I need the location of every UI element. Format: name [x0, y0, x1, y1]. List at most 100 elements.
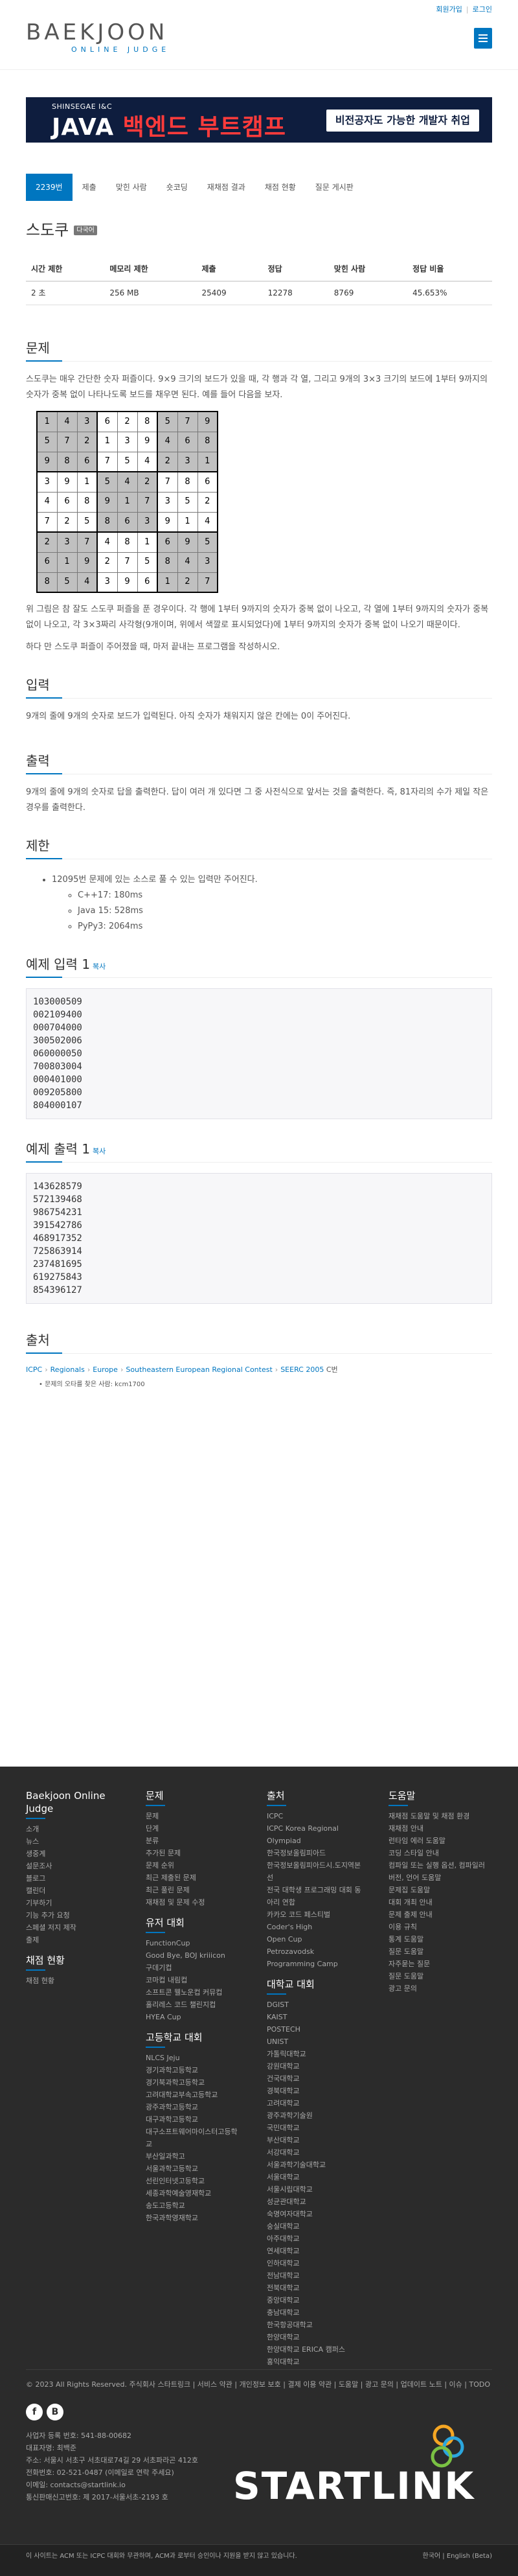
footer-link[interactable]: 분류 — [146, 1835, 243, 1847]
footer-link[interactable]: 질문 도움말 — [388, 1970, 492, 1982]
footer-link[interactable]: 서울과학기술대학교 — [267, 2159, 364, 2171]
footer-link[interactable]: 기능 추가 요청 — [26, 1909, 123, 1921]
footer-links[interactable]: © 2023 All Rights Reserved. 주식회사 스타트링크 |… — [26, 2379, 492, 2391]
language-switch[interactable]: 한국어 | English (Beta) — [423, 2551, 492, 2562]
footer-link[interactable]: 재채점 및 문제 수정 — [146, 1896, 243, 1909]
footer-link[interactable]: 한국정보올림피아드 — [267, 1847, 364, 1859]
footer-link[interactable]: 서울과학고등학교 — [146, 2163, 243, 2175]
footer-link[interactable]: 추가된 문제 — [146, 1847, 243, 1859]
footer-link[interactable]: 대회 개최 안내 — [388, 1896, 492, 1909]
footer-link[interactable]: 가톨릭대학교 — [267, 2048, 364, 2060]
footer-link[interactable]: 단계 — [146, 1822, 243, 1835]
footer-link[interactable]: Coder's High — [267, 1921, 364, 1933]
sample-output[interactable]: 143628579 572139468 986754231 391542786 … — [26, 1173, 492, 1305]
tab-short-coding[interactable]: 숏코딩 — [157, 174, 197, 201]
footer-link[interactable]: 코딩 스타일 안내 — [388, 1847, 492, 1859]
sample-input[interactable]: 103000509 002109400 000704000 300502006 … — [26, 988, 492, 1120]
footer-link[interactable]: 부산대학교 — [267, 2134, 364, 2146]
footer-link[interactable]: 자주묻는 질문 — [388, 1958, 492, 1970]
footer-link[interactable]: POSTECH — [267, 2023, 364, 2036]
footer-link[interactable]: 강원대학교 — [267, 2060, 364, 2072]
footer-link[interactable]: Petrozavodsk — [267, 1945, 364, 1958]
site-logo[interactable]: BAEKJOON ONLINE JUDGE — [26, 19, 194, 58]
source-link[interactable]: ICPC — [26, 1365, 42, 1374]
footer-link[interactable]: 중앙대학교 — [267, 2294, 364, 2306]
tab-rejudge[interactable]: 재채점 결과 — [197, 174, 255, 201]
footer-link[interactable]: 경기과학고등학교 — [146, 2064, 243, 2076]
footer-link[interactable]: 경북대학교 — [267, 2085, 364, 2097]
footer-link[interactable]: 홍익대학교 — [267, 2356, 364, 2368]
footer-link[interactable]: 선린인터넷고등학교 — [146, 2175, 243, 2187]
footer-link[interactable]: 이용 규칙 — [388, 1921, 492, 1933]
footer-link[interactable]: 한국항공대학교 — [267, 2319, 364, 2331]
language-badge[interactable]: 다국어 — [74, 225, 97, 235]
footer-link[interactable]: Good Bye, BOJ kriiicon — [146, 1949, 243, 1962]
footer-link[interactable]: 대구소프트웨어마이스터고등학교 — [146, 2126, 243, 2150]
footer-link[interactable]: 채점 현황 — [26, 1975, 123, 1987]
footer-link[interactable]: 전국 대학생 프로그래밍 대회 동아리 연합 — [267, 1884, 364, 1909]
footer-link[interactable]: DGIST — [267, 1999, 364, 2011]
footer-link[interactable]: 출제 — [26, 1934, 123, 1946]
footer-link[interactable]: 아주대학교 — [267, 2233, 364, 2245]
footer-link[interactable]: Open Cup — [267, 1933, 364, 1945]
footer-link[interactable]: 한국정보올림피아드시.도지역본선 — [267, 1859, 364, 1884]
footer-link[interactable]: 경기북과학고등학교 — [146, 2076, 243, 2089]
footer-link[interactable]: 송도고등학교 — [146, 2199, 243, 2212]
footer-link[interactable]: 최근 풀린 문제 — [146, 1884, 243, 1896]
footer-link[interactable]: 광주과학고등학교 — [146, 2101, 243, 2113]
footer-link[interactable]: FunctionCup — [146, 1937, 243, 1949]
footer-link[interactable]: 한양대학교 — [267, 2331, 364, 2343]
footer-link[interactable]: 전북대학교 — [267, 2282, 364, 2294]
footer-link[interactable]: KAIST — [267, 2011, 364, 2023]
footer-link[interactable]: 광고 문의 — [388, 1982, 492, 1995]
footer-link[interactable]: 전남대학교 — [267, 2269, 364, 2282]
footer-link[interactable]: 런타임 에러 도움말 — [388, 1835, 492, 1847]
footer-link[interactable]: 광주과학기술원 — [267, 2109, 364, 2122]
login-link[interactable]: 로그인 — [473, 5, 492, 14]
footer-link[interactable]: ICPC Korea Regional — [267, 1822, 364, 1835]
signup-link[interactable]: 회원가입 — [436, 5, 462, 14]
footer-link[interactable]: HYEA Cup — [146, 2011, 243, 2023]
tab-problem[interactable]: 2239번 — [26, 174, 73, 201]
footer-link[interactable]: ICPC — [267, 1810, 364, 1822]
footer-link[interactable]: 문제 순위 — [146, 1859, 243, 1872]
footer-link[interactable]: 캘린더 — [26, 1885, 123, 1897]
blog-icon[interactable]: B — [47, 2403, 63, 2420]
footer-link[interactable]: 인하대학교 — [267, 2257, 364, 2269]
footer-link[interactable]: 연세대학교 — [267, 2245, 364, 2257]
footer-link[interactable]: 기부하기 — [26, 1897, 123, 1909]
tab-board[interactable]: 질문 게시판 — [306, 174, 363, 201]
footer-link[interactable]: 부산일과학고 — [146, 2150, 243, 2163]
footer-link[interactable]: 성균관대학교 — [267, 2196, 364, 2208]
footer-link[interactable]: 서울대학교 — [267, 2171, 364, 2183]
footer-link[interactable]: Olympiad — [267, 1835, 364, 1847]
ad-banner[interactable]: SHINSEGAE I&C JAVA 백엔드 부트캠프 비전공자도 가능한 개발… — [26, 97, 492, 143]
footer-link[interactable]: 숭실대학교 — [267, 2220, 364, 2233]
footer-link[interactable]: 소개 — [26, 1823, 123, 1835]
footer-link[interactable]: 국민대학교 — [267, 2122, 364, 2134]
source-link[interactable]: Europe — [93, 1365, 118, 1374]
footer-link[interactable]: 컴파일 또는 실행 옵션, 컴파일러 버전, 언어 도움말 — [388, 1859, 492, 1884]
footer-link[interactable]: NLCS Jeju — [146, 2052, 243, 2064]
footer-link[interactable]: 재채점 도움말 및 채점 환경 — [388, 1810, 492, 1822]
footer-link[interactable]: 건국대학교 — [267, 2072, 364, 2085]
menu-button[interactable] — [474, 28, 492, 49]
footer-link[interactable]: 서울시립대학교 — [267, 2183, 364, 2196]
footer-link[interactable]: 문제집 도움말 — [388, 1884, 492, 1896]
tab-solved-users[interactable]: 맞힌 사람 — [106, 174, 157, 201]
footer-link[interactable]: 소프트콘 웰노운컵 커뮤컵 — [146, 1986, 243, 1999]
footer-link[interactable]: 코마컵 내림컵 — [146, 1974, 243, 1986]
footer-link[interactable]: 세종과학예술영재학교 — [146, 2187, 243, 2199]
footer-link[interactable]: 구데기컵 — [146, 1962, 243, 1974]
footer-link[interactable]: 블로그 — [26, 1872, 123, 1885]
footer-link[interactable]: 문제 — [146, 1810, 243, 1822]
footer-link[interactable]: 재채점 안내 — [388, 1822, 492, 1835]
footer-link[interactable]: 스페셜 저지 제작 — [26, 1921, 123, 1934]
source-link[interactable]: Southeastern European Regional Contest — [126, 1365, 272, 1374]
footer-link[interactable]: 충남대학교 — [267, 2306, 364, 2319]
footer-link[interactable]: 한국과학영재학교 — [146, 2212, 243, 2224]
footer-link[interactable]: 고려대학교부속고등학교 — [146, 2089, 243, 2101]
source-link[interactable]: SEERC 2005 — [280, 1365, 324, 1374]
footer-link[interactable]: 뉴스 — [26, 1835, 123, 1848]
footer-link[interactable]: 생중계 — [26, 1848, 123, 1860]
